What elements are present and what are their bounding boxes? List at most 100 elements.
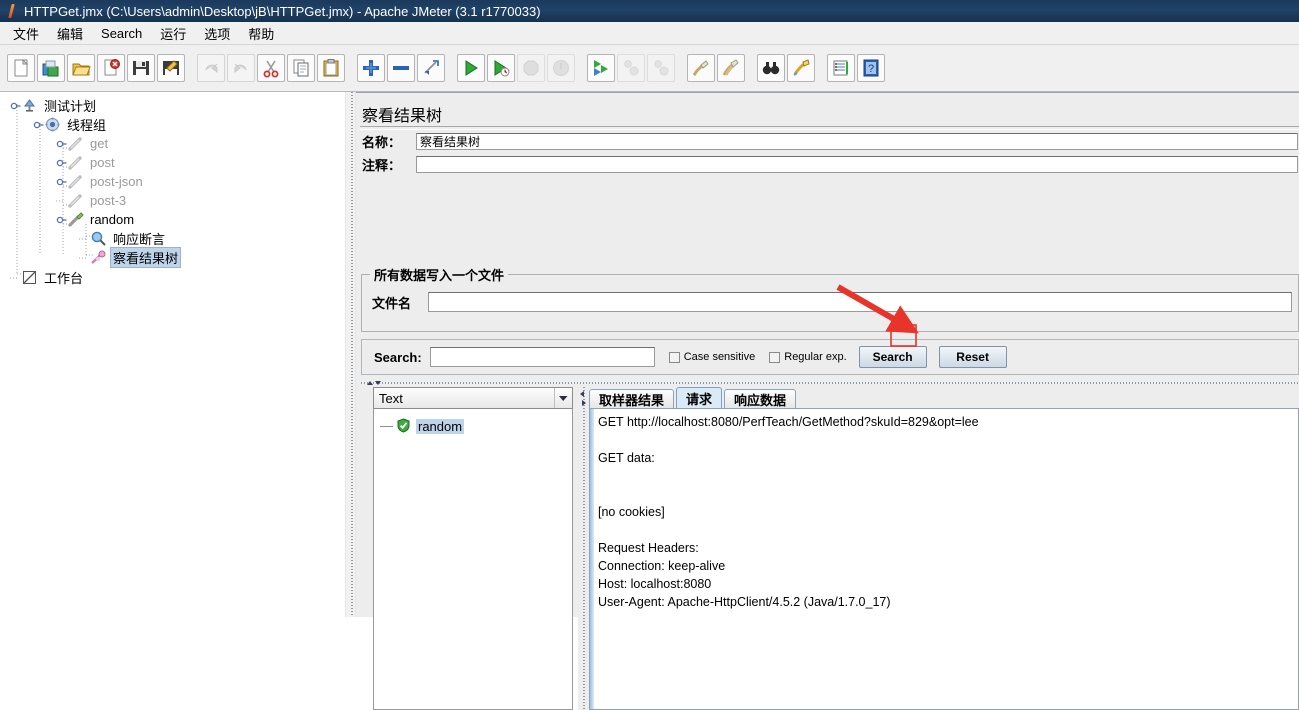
menu-run[interactable]: 运行	[151, 22, 195, 45]
tree-node-test-plan[interactable]: 测试计划	[0, 96, 345, 115]
menu-search[interactable]: Search	[92, 24, 151, 43]
start-icon[interactable]	[457, 54, 485, 82]
paste-icon[interactable]	[317, 54, 345, 82]
tree-node-get[interactable]: get	[0, 134, 345, 153]
comment-row: 注释：	[362, 155, 1298, 174]
chevron-down-icon[interactable]	[554, 388, 572, 408]
undo-icon[interactable]	[197, 54, 225, 82]
main-splitter[interactable]	[345, 92, 356, 617]
results-horizontal-splitter[interactable]	[361, 377, 1299, 387]
tree-node-response-assertion[interactable]: 响应断言	[0, 229, 345, 248]
tree-node-post-3[interactable]: post-3	[0, 191, 345, 210]
tree-node-label: post-json	[90, 174, 143, 189]
close-document-icon[interactable]	[97, 54, 125, 82]
toggle-icon[interactable]	[417, 54, 445, 82]
search-button[interactable]: Search	[858, 346, 927, 368]
copy-icon[interactable]	[287, 54, 315, 82]
reset-button[interactable]: Reset	[938, 346, 1007, 368]
expand-handle-icon[interactable]	[10, 100, 21, 111]
splitter-arrows-icon[interactable]	[578, 389, 588, 412]
clear-all-icon[interactable]	[717, 54, 745, 82]
tree-node-workbench[interactable]: 工作台	[0, 268, 345, 287]
toolbar-separator	[346, 54, 356, 82]
expand-handle-icon[interactable]	[56, 138, 67, 149]
test-plan-tree[interactable]: 测试计划 线程组 get post post-json post-3 rando…	[0, 92, 345, 617]
stop-icon[interactable]	[517, 54, 545, 82]
cut-icon[interactable]	[257, 54, 285, 82]
groupbox-border	[474, 274, 1298, 275]
search-reset-broom-icon[interactable]	[787, 54, 815, 82]
request-text: GET http://localhost:8080/PerfTeach/GetM…	[598, 415, 979, 609]
leaf-handle-icon	[56, 195, 67, 206]
remote-shutdown-all-icon[interactable]	[647, 54, 675, 82]
name-input[interactable]	[416, 133, 1298, 150]
case-sensitive-checkbox[interactable]: Case sensitive	[668, 351, 755, 363]
menu-options[interactable]: 选项	[195, 22, 239, 45]
comment-input[interactable]	[416, 156, 1298, 173]
panel-left-edge	[590, 409, 594, 709]
title-bar: HTTPGet.jmx (C:\Users\admin\Desktop\jB\H…	[0, 0, 1299, 22]
start-no-pauses-icon[interactable]	[487, 54, 515, 82]
groupbox-border	[362, 274, 370, 275]
checkbox-box-icon[interactable]	[769, 351, 781, 363]
search-input[interactable]	[429, 347, 655, 367]
save-icon[interactable]	[127, 54, 155, 82]
regular-exp-checkbox[interactable]: Regular exp.	[769, 351, 847, 363]
expand-handle-icon[interactable]	[56, 214, 67, 225]
open-folder-icon[interactable]	[67, 54, 95, 82]
clear-icon[interactable]	[687, 54, 715, 82]
menu-help[interactable]: 帮助	[239, 22, 283, 45]
regular-exp-label: Regular exp.	[784, 351, 847, 363]
tree-node-post[interactable]: post	[0, 153, 345, 172]
expand-handle-icon[interactable]	[56, 157, 67, 168]
window-title: HTTPGet.jmx (C:\Users\admin\Desktop\jB\H…	[24, 3, 541, 19]
tree-node-label: 响应断言	[113, 232, 166, 247]
http-sampler-active-icon	[67, 211, 84, 228]
expand-all-icon[interactable]	[357, 54, 385, 82]
collapse-all-icon[interactable]	[387, 54, 415, 82]
toolbar-separator	[676, 54, 686, 82]
toolbar-separator	[186, 54, 196, 82]
remote-start-all-icon[interactable]	[587, 54, 615, 82]
redo-icon[interactable]	[227, 54, 255, 82]
checkbox-box-icon[interactable]	[668, 351, 680, 363]
results-inner-splitter[interactable]	[578, 387, 589, 710]
result-item-label: random	[416, 418, 465, 434]
assertion-magnifier-icon	[90, 230, 107, 247]
splitter-arrows-icon[interactable]	[365, 377, 383, 386]
tree-node-random[interactable]: random	[0, 210, 345, 229]
filename-input[interactable]	[428, 292, 1292, 312]
sample-result-tree[interactable]: random	[373, 409, 573, 710]
help-icon[interactable]: ?	[857, 54, 885, 82]
remote-stop-all-icon[interactable]	[617, 54, 645, 82]
tree-node-thread-group[interactable]: 线程组	[0, 115, 345, 134]
view-results-tree-panel: 察看结果树 名称： 注释： 所有数据写入一个文件 文件名 Search:	[356, 92, 1299, 710]
renderer-select[interactable]: Text	[373, 387, 573, 409]
tab-sampler-result[interactable]: 取样器结果	[589, 389, 675, 409]
tree-node-label: 工作台	[44, 271, 84, 286]
search-label: Search:	[374, 349, 422, 365]
new-document-icon[interactable]	[7, 54, 35, 82]
function-helper-icon[interactable]	[827, 54, 855, 82]
expand-handle-icon[interactable]	[33, 119, 44, 130]
shutdown-icon[interactable]	[547, 54, 575, 82]
tab-response-data[interactable]: 响应数据	[724, 389, 797, 409]
request-text-panel[interactable]: GET http://localhost:8080/PerfTeach/GetM…	[589, 408, 1299, 710]
search-binoculars-icon[interactable]	[757, 54, 785, 82]
expand-handle-icon[interactable]	[56, 176, 67, 187]
save-as-icon[interactable]	[157, 54, 185, 82]
tab-request[interactable]: 请求	[676, 387, 723, 409]
view-results-tree-icon	[90, 249, 107, 266]
svg-text:?: ?	[868, 63, 874, 75]
tree-node-view-results-tree[interactable]: 察看结果树	[0, 247, 345, 268]
tree-node-post-json[interactable]: post-json	[0, 172, 345, 191]
page-title: 察看结果树	[362, 108, 443, 125]
leaf-handle-icon	[10, 272, 21, 283]
menu-file[interactable]: 文件	[4, 22, 48, 45]
write-results-groupbox: 所有数据写入一个文件 文件名	[361, 265, 1299, 332]
list-item[interactable]: random	[374, 417, 572, 435]
success-shield-icon	[396, 417, 413, 435]
templates-icon[interactable]	[37, 54, 65, 82]
search-bar: Search: Case sensitive Regular exp. Sear…	[361, 339, 1299, 375]
menu-edit[interactable]: 编辑	[48, 22, 92, 45]
